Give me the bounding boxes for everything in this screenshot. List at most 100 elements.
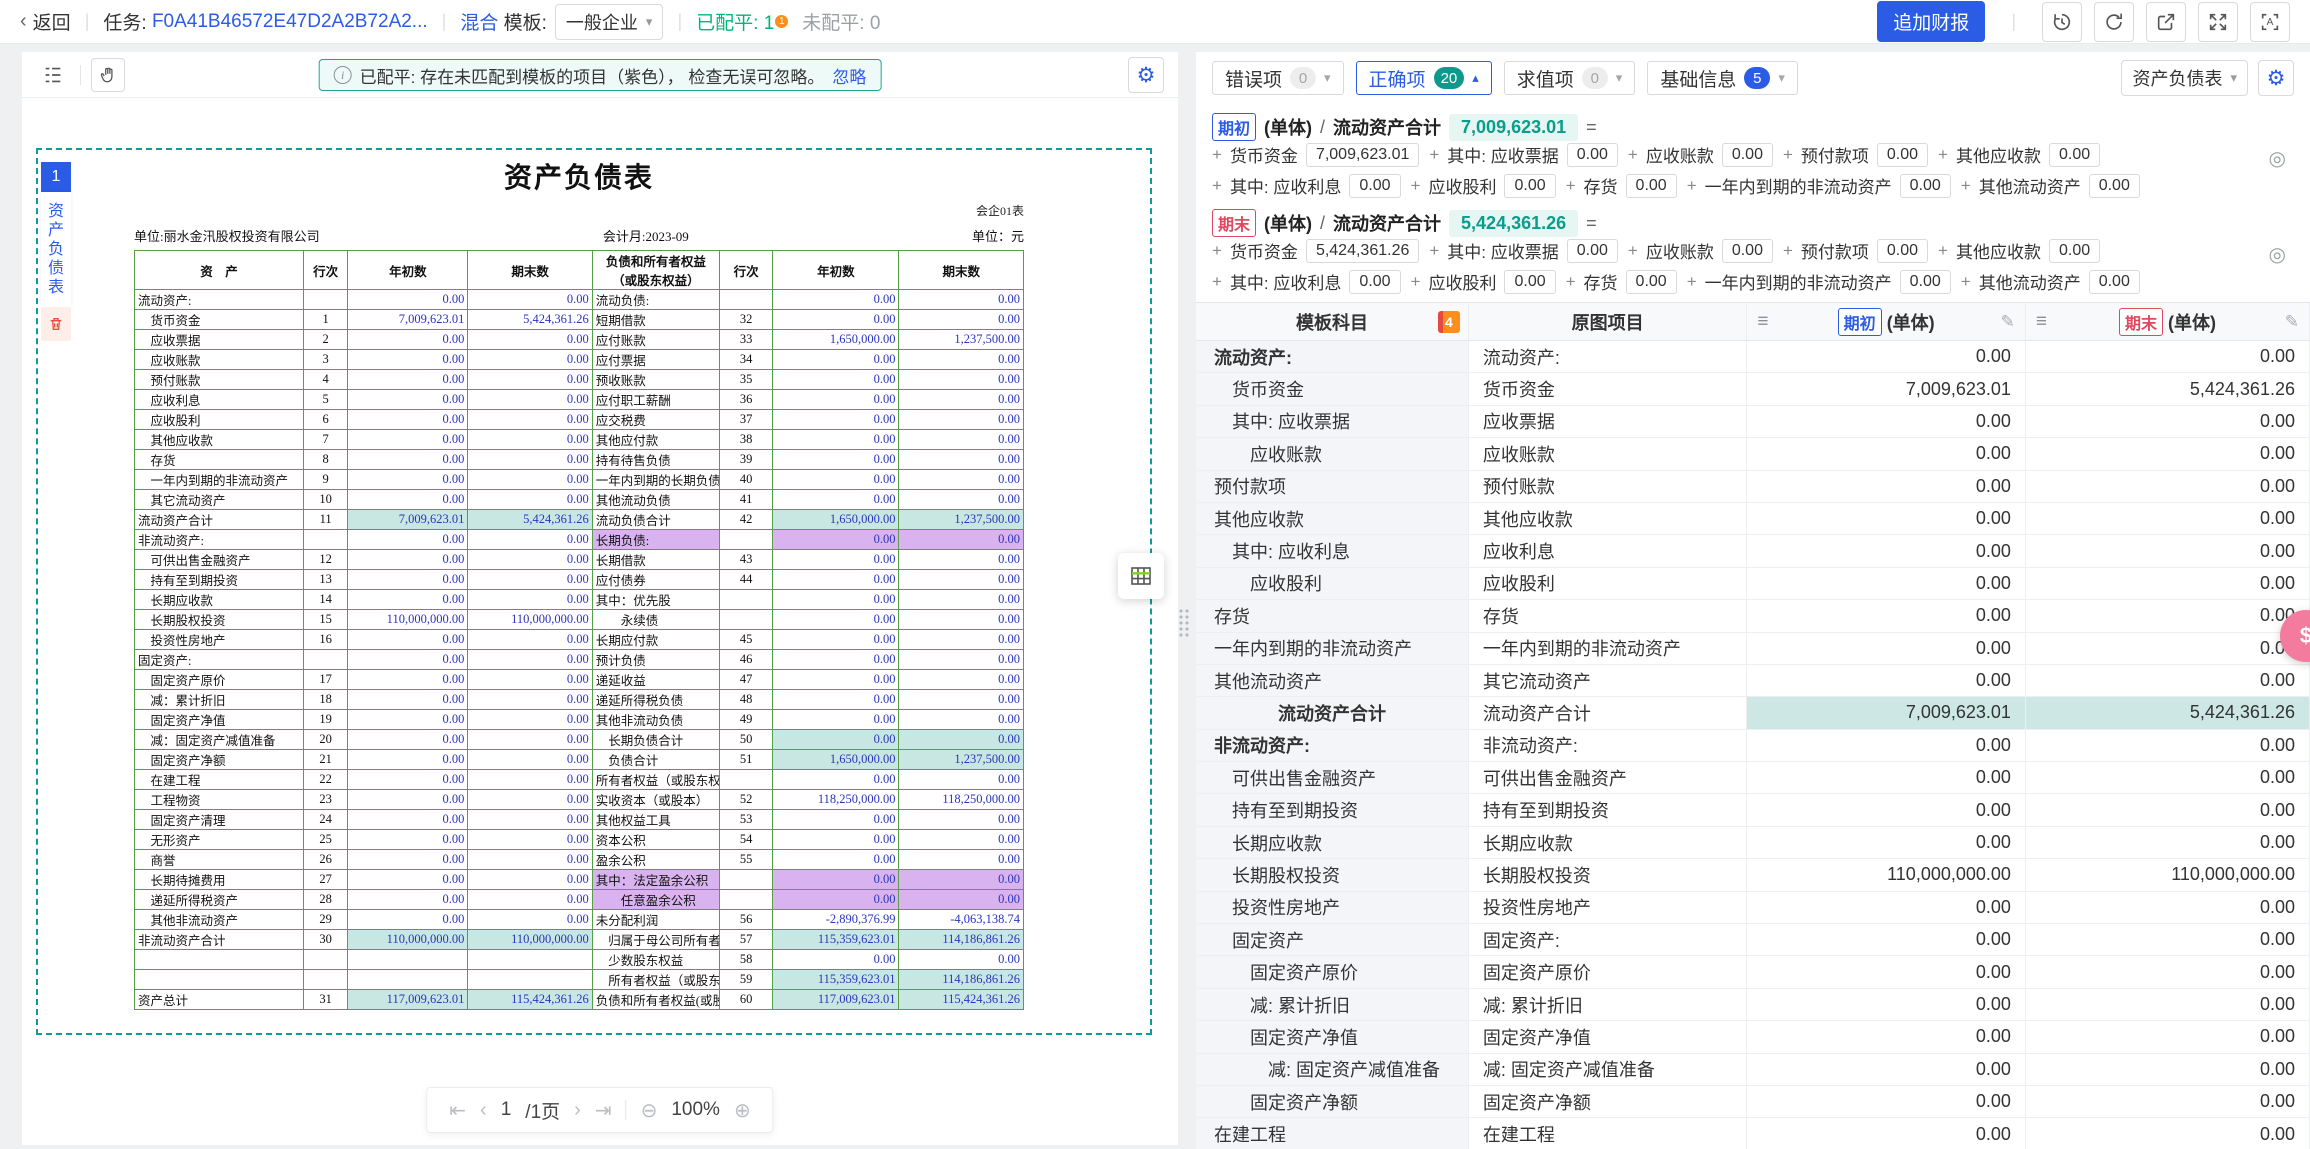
- term-value[interactable]: 0.00: [1877, 239, 1928, 263]
- mapping-row[interactable]: 非流动资产:非流动资产:0.000.00: [1196, 730, 2310, 762]
- mapping-row[interactable]: 减: 固定资产减值准备减: 固定资产减值准备0.000.00: [1196, 1054, 2310, 1086]
- mapping-row[interactable]: 投资性房地产投资性房地产0.000.00: [1196, 892, 2310, 924]
- mapping-row[interactable]: 其他流动资产其它流动资产0.000.00: [1196, 665, 2310, 697]
- list-icon[interactable]: ≡: [1757, 311, 1768, 333]
- eye-icon[interactable]: ◎: [2269, 242, 2286, 267]
- source-item-cell: 固定资产原价: [1469, 956, 1748, 987]
- opening-value-cell: 0.00: [1747, 827, 2026, 858]
- mapping-row[interactable]: 预付款项预付账款0.000.00: [1196, 471, 2310, 503]
- ignore-link[interactable]: 忽略: [832, 63, 866, 88]
- mapping-row[interactable]: 其他应收款其他应收款0.000.00: [1196, 503, 2310, 535]
- mapping-row[interactable]: 减: 累计折旧减: 累计折旧0.000.00: [1196, 989, 2310, 1021]
- mapping-row[interactable]: 存货存货0.000.00: [1196, 600, 2310, 632]
- add-report-button[interactable]: 追加财报: [1877, 1, 1985, 42]
- edit-pencil-icon[interactable]: ✎: [2001, 312, 2015, 332]
- opening-value-cell: 0.00: [1747, 503, 2026, 534]
- source-item-cell: 应收利息: [1469, 535, 1748, 566]
- term-value[interactable]: 0.00: [1722, 239, 1773, 263]
- config-gear-icon[interactable]: ⚙: [2258, 60, 2294, 96]
- term-value[interactable]: 0.00: [1349, 270, 1400, 294]
- period-end-badge: 期末: [2119, 308, 2163, 336]
- prev-page-icon[interactable]: ‹: [480, 1099, 487, 1122]
- mapping-row[interactable]: 货币资金货币资金7,009,623.015,424,361.26: [1196, 373, 2310, 405]
- balance-row: 长期应收款140.000.00其中：优先股0.000.00: [135, 590, 1024, 610]
- task-id-link[interactable]: F0A41B46572E47D2A2B72A2...: [152, 11, 428, 33]
- balance-row: 非流动资产合计30110,000,000.00110,000,000.00 归属…: [135, 930, 1024, 950]
- list-icon[interactable]: ≡: [2036, 311, 2047, 333]
- mapping-row[interactable]: 长期股权投资长期股权投资110,000,000.00110,000,000.00: [1196, 859, 2310, 891]
- page-tab[interactable]: 1 资产负债表: [41, 162, 71, 341]
- mapping-row[interactable]: 固定资产原价固定资产原价0.000.00: [1196, 956, 2310, 988]
- term-value[interactable]: 0.00: [1567, 239, 1618, 263]
- mapping-row[interactable]: 固定资产净额固定资产净额0.000.00: [1196, 1086, 2310, 1118]
- term-value[interactable]: 0.00: [1626, 270, 1677, 294]
- term-value[interactable]: 7,009,623.01: [1306, 143, 1419, 167]
- mapping-panel: 错误项 0 ▾ 正确项 20 ▴ 求值项 0 ▾ 基础信息 5 ▾ 资产负债表 …: [1196, 52, 2310, 1149]
- mapping-row[interactable]: 在建工程在建工程0.000.00: [1196, 1118, 2310, 1149]
- source-item-cell: 长期股权投资: [1469, 859, 1748, 890]
- current-page[interactable]: 1: [501, 1099, 512, 1121]
- term-value[interactable]: 0.00: [1626, 174, 1677, 198]
- config-gear-icon[interactable]: ⚙: [1128, 57, 1164, 93]
- next-page-icon[interactable]: ›: [574, 1099, 581, 1122]
- mapping-row[interactable]: 应收账款应收账款0.000.00: [1196, 438, 2310, 470]
- external-link-icon[interactable]: [2146, 2, 2186, 42]
- formula-term: +一年内到期的非流动资产0.00: [1687, 173, 1951, 198]
- term-value[interactable]: 0.00: [1504, 270, 1555, 294]
- mapping-row[interactable]: 应收股利应收股利0.000.00: [1196, 568, 2310, 600]
- zoom-in-icon[interactable]: ⊕: [734, 1098, 751, 1123]
- zoom-out-icon[interactable]: ⊖: [641, 1098, 658, 1123]
- report-type-select[interactable]: 资产负债表 ▾: [2121, 60, 2248, 96]
- panel-resize-handle[interactable]: [1178, 608, 1190, 638]
- term-value[interactable]: 0.00: [1900, 270, 1951, 294]
- term-value[interactable]: 0.00: [1567, 143, 1618, 167]
- back-button[interactable]: ‹ 返回: [20, 8, 71, 35]
- refresh-icon[interactable]: [2094, 2, 2134, 42]
- first-page-icon[interactable]: ⇤: [449, 1098, 466, 1123]
- warning-count-badge[interactable]: 4: [1438, 311, 1460, 333]
- tab-basic-info[interactable]: 基础信息 5 ▾: [1647, 61, 1798, 95]
- eye-icon[interactable]: ◎: [2269, 146, 2286, 171]
- term-value[interactable]: 0.00: [2089, 270, 2140, 294]
- tab-correct[interactable]: 正确项 20 ▴: [1356, 61, 1492, 95]
- delete-page-icon[interactable]: [41, 307, 71, 341]
- last-page-icon[interactable]: ⇥: [595, 1098, 612, 1123]
- mapping-row[interactable]: 其中: 应收利息应收利息0.000.00: [1196, 535, 2310, 567]
- term-value[interactable]: 0.00: [2089, 174, 2140, 198]
- closing-value-cell: 110,000,000.00: [2026, 859, 2310, 890]
- edit-pencil-icon[interactable]: ✎: [2285, 312, 2299, 332]
- term-value[interactable]: 0.00: [1349, 174, 1400, 198]
- term-value[interactable]: 0.00: [2049, 239, 2100, 263]
- mapping-row[interactable]: 一年内到期的非流动资产一年内到期的非流动资产0.000.00: [1196, 633, 2310, 665]
- mapping-row[interactable]: 固定资产净值固定资产净值0.000.00: [1196, 1021, 2310, 1053]
- history-icon[interactable]: [2042, 2, 2082, 42]
- term-value[interactable]: 0.00: [2049, 143, 2100, 167]
- template-select[interactable]: 一般企业 ▾: [555, 4, 664, 40]
- mapping-row[interactable]: 可供出售金融资产可供出售金融资产0.000.00: [1196, 762, 2310, 794]
- term-value[interactable]: 0.00: [1504, 174, 1555, 198]
- mapping-row[interactable]: 固定资产固定资产:0.000.00: [1196, 924, 2310, 956]
- opening-value-cell: 0.00: [1747, 762, 2026, 793]
- closing-value-cell: 0.00: [2026, 341, 2310, 372]
- ocr-select-icon[interactable]: A: [2250, 2, 2290, 42]
- fullscreen-icon[interactable]: [2198, 2, 2238, 42]
- table-recognition-icon[interactable]: [1118, 553, 1164, 599]
- balance-row: 减：累计折旧180.000.00递延所得税负债480.000.00: [135, 690, 1024, 710]
- term-value[interactable]: 5,424,361.26: [1306, 239, 1419, 263]
- mapping-row[interactable]: 流动资产:流动资产:0.000.00: [1196, 341, 2310, 373]
- mapping-row[interactable]: 其中: 应收票据应收票据0.000.00: [1196, 406, 2310, 438]
- formula-term: +其他流动资产0.00: [1961, 173, 2140, 198]
- mapping-row[interactable]: 流动资产合计流动资产合计7,009,623.015,424,361.26: [1196, 697, 2310, 729]
- chevron-left-icon: ‹: [20, 10, 27, 33]
- mapping-row[interactable]: 长期应收款长期应收款0.000.00: [1196, 827, 2310, 859]
- hand-tool-icon[interactable]: [91, 58, 125, 92]
- tab-errors[interactable]: 错误项 0 ▾: [1212, 61, 1344, 95]
- term-value[interactable]: 0.00: [1900, 174, 1951, 198]
- mapping-row[interactable]: 持有至到期投资持有至到期投资0.000.00: [1196, 794, 2310, 826]
- page-tab-title[interactable]: 资产负债表: [41, 192, 71, 307]
- term-value[interactable]: 0.00: [1722, 143, 1773, 167]
- term-value[interactable]: 0.00: [1877, 143, 1928, 167]
- tab-evaluate[interactable]: 求值项 0 ▾: [1504, 61, 1636, 95]
- outline-icon[interactable]: [36, 58, 70, 92]
- document-viewport[interactable]: 1 资产负债表 资产负债表 会企01表 单位:丽水金汛股权投资有限公司 会计月:…: [22, 98, 1178, 1145]
